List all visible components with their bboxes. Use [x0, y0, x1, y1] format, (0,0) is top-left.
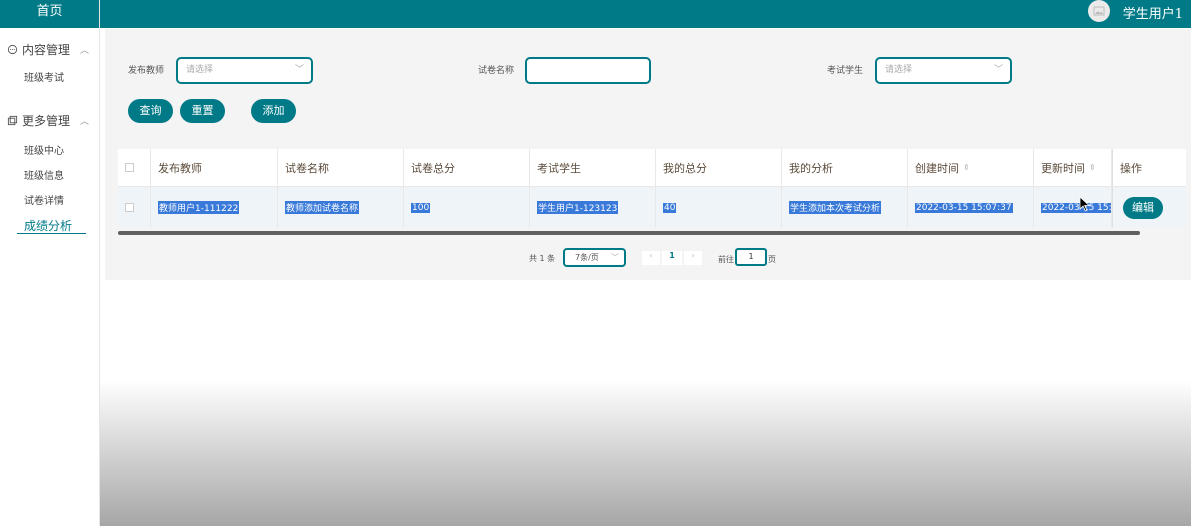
home-link[interactable]: 首页 [0, 0, 99, 28]
cell-updated: 2022-03-15 15: [1034, 187, 1112, 228]
page-size-value: 7条/页 [575, 253, 599, 262]
student-filter-label: 考试学生 [827, 66, 864, 76]
menu-item-class-center[interactable]: 班级中心 [0, 139, 99, 164]
col-header: 试卷名称 [278, 149, 404, 186]
query-button[interactable]: 查询 [128, 99, 173, 123]
student-select-placeholder: 请选择 [885, 65, 913, 75]
menu-group-label: 内容管理 [22, 42, 71, 57]
chevron-up-icon: ︿ [79, 116, 89, 127]
col-header: 发布教师 [151, 149, 278, 186]
col-header-sortable[interactable]: 创建时间 ⇕ [908, 149, 1034, 186]
username[interactable]: 学生用户1 [1123, 3, 1183, 22]
col-header: 我的分析 [782, 149, 908, 186]
page-size-select[interactable]: 7条/页 ﹀ [563, 248, 626, 267]
cell-text: 教师用户1-111222 [158, 201, 240, 214]
cell-text: 2022-03-15 15:07:37 [915, 202, 1013, 213]
chevron-down-icon: ﹀ [611, 253, 619, 262]
chevron-down-icon: ﹀ [294, 65, 304, 75]
menu-group-more[interactable]: 更多管理 ︿ [0, 103, 99, 137]
menu-item-class-info[interactable]: 班级信息 [0, 164, 99, 189]
cell-text: 学生添加本次考试分析 [789, 201, 882, 214]
header-checkbox-cell [118, 149, 151, 186]
cell-student: 学生用户1-123123 [530, 187, 656, 228]
teacher-select-placeholder: 请选择 [186, 65, 214, 75]
table-row[interactable]: 教师用户1-111222 教师添加试卷名称 100 学生用户1-123123 4… [118, 187, 1186, 228]
paper-name-input[interactable] [525, 57, 651, 84]
cell-teacher: 教师用户1-111222 [151, 187, 278, 228]
student-select[interactable]: 请选择 ﹀ [875, 57, 1012, 84]
cell-text: 学生用户1-123123 [537, 201, 619, 214]
next-page-button[interactable]: › [684, 251, 702, 265]
data-table: 发布教师 试卷名称 试卷总分 考试学生 我的总分 我的分析 创建时间 ⇕ 更新时间… [118, 149, 1186, 228]
col-header: 考试学生 [530, 149, 656, 186]
horizontal-scrollbar[interactable] [118, 231, 1140, 235]
cell-my-score: 40 [656, 187, 782, 228]
sort-icon[interactable]: ⇕ [1089, 163, 1096, 172]
col-header: 我的总分 [656, 149, 782, 186]
sidebar: 首页 内容管理 ︿ 班级考试 更多管理 ︿ 班级中心 班级信息 试卷详情 成绩分… [0, 0, 100, 526]
goto-label: 前往 [718, 255, 734, 264]
row-checkbox-cell [118, 187, 151, 228]
copy-icon [6, 114, 18, 126]
background-fade [100, 380, 1191, 526]
prev-page-button[interactable]: ‹ [642, 251, 660, 265]
col-header-label: 创建时间 [915, 161, 959, 175]
chevron-down-icon: ﹀ [993, 65, 1003, 75]
menu-item-paper-detail[interactable]: 试卷详情 [0, 189, 99, 214]
cell-text: 100 [411, 202, 431, 213]
cell-total: 100 [404, 187, 530, 228]
teacher-filter-label: 发布教师 [128, 66, 165, 76]
pagination-total: 共 1 条 [529, 254, 556, 263]
menu-item-class-exam[interactable]: 班级考试 [0, 66, 99, 91]
select-all-checkbox[interactable] [125, 163, 134, 172]
chevron-up-icon: ︿ [79, 45, 89, 56]
current-page[interactable]: 1 [662, 251, 682, 265]
row-checkbox[interactable] [125, 203, 134, 212]
cell-text: 40 [663, 202, 677, 213]
reset-button[interactable]: 重置 [180, 99, 225, 123]
col-header: 操作 [1112, 149, 1186, 186]
col-header: 试卷总分 [404, 149, 530, 186]
main-content: 发布教师 请选择 ﹀ 试卷名称 考试学生 请选择 ﹀ 查询 重置 添加 发布教师… [105, 29, 1191, 280]
cell-text: 教师添加试卷名称 [285, 201, 360, 214]
edit-button[interactable]: 编辑 [1123, 196, 1163, 219]
avatar[interactable] [1088, 0, 1110, 22]
page-suffix: 页 [768, 255, 776, 264]
menu-group-content[interactable]: 内容管理 ︿ [0, 32, 99, 66]
cell-paper: 教师添加试卷名称 [278, 187, 404, 228]
chat-bubble-icon [6, 43, 18, 55]
menu-item-score-analysis[interactable]: 成绩分析 [0, 214, 99, 239]
table-header: 发布教师 试卷名称 试卷总分 考试学生 我的总分 我的分析 创建时间 ⇕ 更新时间… [118, 149, 1186, 187]
image-icon [1093, 6, 1105, 16]
goto-page-input[interactable]: 1 [735, 248, 767, 266]
cell-created: 2022-03-15 15:07:37 [908, 187, 1034, 228]
top-bar: 学生用户1 [100, 0, 1191, 28]
active-indicator [17, 233, 86, 234]
teacher-select[interactable]: 请选择 ﹀ [176, 57, 313, 84]
mouse-cursor-icon [1079, 196, 1091, 212]
cell-actions: 编辑 [1112, 187, 1186, 228]
menu-group-label: 更多管理 [22, 113, 71, 128]
cell-analysis: 学生添加本次考试分析 [782, 187, 908, 228]
col-header-label: 更新时间 [1041, 161, 1085, 175]
col-header-sortable[interactable]: 更新时间 ⇕ [1034, 149, 1112, 186]
paper-filter-label: 试卷名称 [478, 66, 515, 76]
add-button[interactable]: 添加 [251, 99, 296, 123]
cell-text: 2022-03-15 15: [1041, 202, 1112, 213]
sort-icon[interactable]: ⇕ [963, 163, 970, 172]
